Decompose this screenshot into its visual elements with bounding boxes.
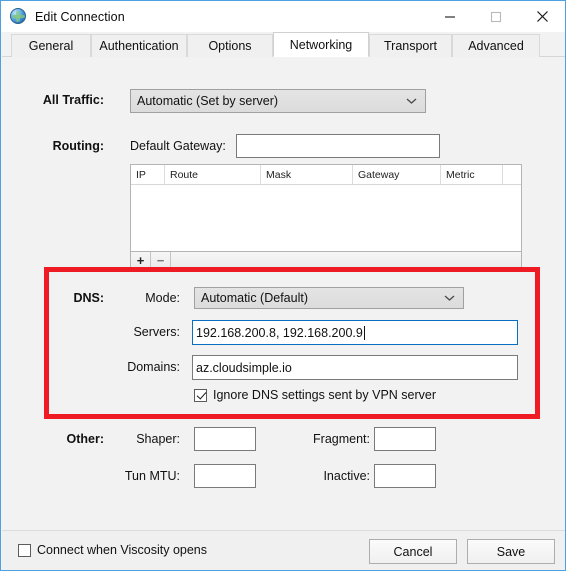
window-controls xyxy=(427,1,565,32)
dns-mode-dropdown[interactable]: Automatic (Default) xyxy=(194,287,464,309)
routes-table-body xyxy=(131,185,521,251)
routes-table[interactable]: IP Route Mask Gateway Metric xyxy=(130,164,522,252)
dns-servers-value: 192.168.200.8, 192.168.200.9 xyxy=(196,325,363,340)
routes-table-header: IP Route Mask Gateway Metric xyxy=(131,165,521,185)
text-caret xyxy=(363,325,365,340)
all-traffic-dropdown[interactable]: Automatic (Set by server) xyxy=(130,89,426,113)
tab-options[interactable]: Options xyxy=(187,34,273,57)
fragment-label: Fragment: xyxy=(313,432,370,446)
ignore-dns-checkbox[interactable] xyxy=(194,388,207,402)
routes-table-toolbar: + − xyxy=(130,252,522,270)
edit-connection-window: Edit Connection General Authentication O… xyxy=(0,0,566,571)
ignore-dns-label: Ignore DNS settings sent by VPN server xyxy=(213,388,437,402)
all-traffic-label: All Traffic: xyxy=(42,93,104,107)
column-metric[interactable]: Metric xyxy=(441,165,503,184)
networking-panel: All Traffic: Automatic (Set by server) R… xyxy=(2,57,565,530)
dns-servers-input[interactable]: 192.168.200.8, 192.168.200.9 xyxy=(192,320,518,345)
default-gateway-input[interactable] xyxy=(236,134,440,158)
minimize-icon[interactable] xyxy=(427,1,473,32)
shaper-input[interactable] xyxy=(194,427,256,451)
ignore-dns-checkbox-row[interactable]: Ignore DNS settings sent by VPN server xyxy=(194,388,436,402)
inactive-label: Inactive: xyxy=(323,469,370,483)
dialog-footer: Connect when Viscosity opens Cancel Save xyxy=(2,530,565,570)
dns-mode-label: Mode: xyxy=(145,291,180,305)
inactive-input[interactable] xyxy=(374,464,436,488)
column-gateway[interactable]: Gateway xyxy=(353,165,441,184)
connect-on-open-checkbox[interactable] xyxy=(18,543,31,557)
tun-mtu-label: Tun MTU: xyxy=(124,469,180,483)
dns-domains-input[interactable]: az.cloudsimple.io xyxy=(192,355,518,380)
column-route[interactable]: Route xyxy=(165,165,261,184)
tab-general[interactable]: General xyxy=(11,34,91,57)
title-bar: Edit Connection xyxy=(1,1,565,32)
tab-authentication[interactable]: Authentication xyxy=(91,34,187,57)
column-spacer xyxy=(503,165,521,184)
remove-route-button[interactable]: − xyxy=(151,252,171,269)
dns-domains-label: Domains: xyxy=(127,360,180,374)
default-gateway-label: Default Gateway: xyxy=(130,139,226,153)
routing-label: Routing: xyxy=(52,139,104,153)
other-label: Other: xyxy=(66,432,105,446)
close-icon[interactable] xyxy=(519,1,565,32)
dns-mode-value: Automatic (Default) xyxy=(201,291,308,305)
all-traffic-value: Automatic (Set by server) xyxy=(137,94,279,108)
connect-on-open-checkbox-row[interactable]: Connect when Viscosity opens xyxy=(18,543,207,557)
shaper-label: Shaper: xyxy=(136,432,180,446)
dns-label: DNS: xyxy=(73,291,104,305)
chevron-down-icon xyxy=(406,98,417,105)
tab-strip: General Authentication Options Networkin… xyxy=(2,32,565,57)
chevron-down-icon xyxy=(444,295,455,302)
tab-transport[interactable]: Transport xyxy=(369,34,452,57)
save-button[interactable]: Save xyxy=(467,539,555,564)
cancel-button[interactable]: Cancel xyxy=(369,539,457,564)
column-mask[interactable]: Mask xyxy=(261,165,353,184)
add-route-button[interactable]: + xyxy=(131,252,151,269)
connect-on-open-label: Connect when Viscosity opens xyxy=(37,543,208,557)
maximize-icon[interactable] xyxy=(473,1,519,32)
column-ip[interactable]: IP xyxy=(131,165,165,184)
tab-advanced[interactable]: Advanced xyxy=(452,34,540,57)
fragment-input[interactable] xyxy=(374,427,436,451)
dns-domains-value: az.cloudsimple.io xyxy=(196,360,292,375)
globe-icon xyxy=(10,8,27,25)
dns-servers-label: Servers: xyxy=(133,325,180,339)
tab-networking[interactable]: Networking xyxy=(273,32,369,57)
tun-mtu-input[interactable] xyxy=(194,464,256,488)
window-title: Edit Connection xyxy=(35,9,125,24)
